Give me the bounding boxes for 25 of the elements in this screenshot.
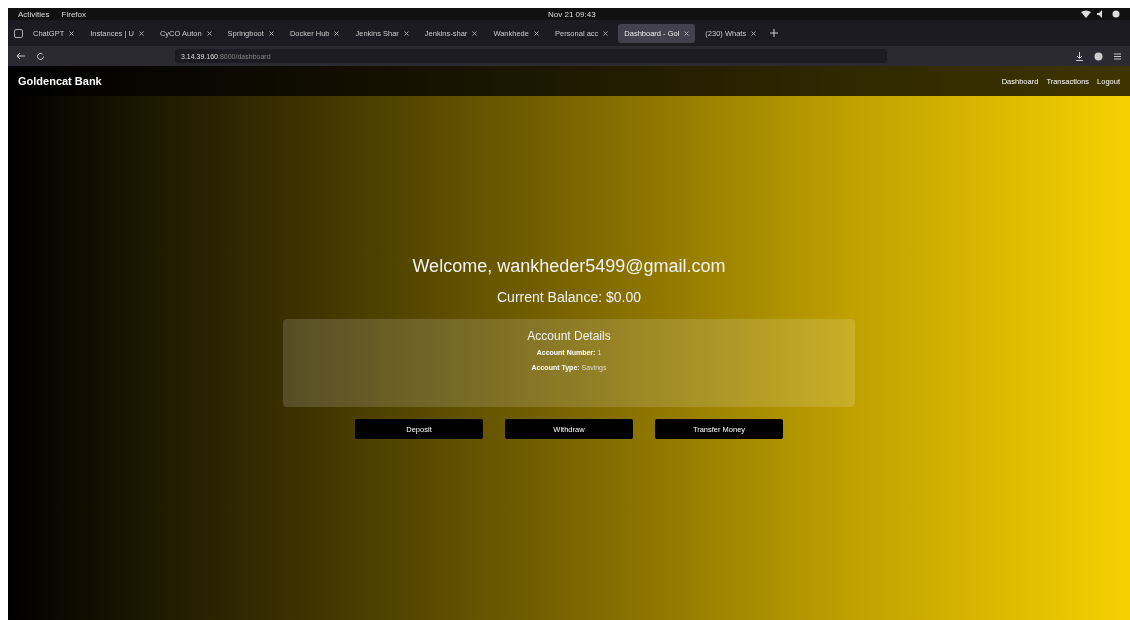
reload-icon[interactable] [36, 51, 45, 61]
close-icon[interactable] [138, 30, 144, 36]
close-icon[interactable] [684, 30, 690, 36]
site-brand[interactable]: Goldencat Bank [18, 75, 102, 87]
welcome-heading: Welcome, wankheder5499@gmail.com [412, 256, 726, 277]
close-icon[interactable] [268, 30, 274, 36]
close-icon[interactable] [206, 30, 212, 36]
menu-icon[interactable] [1113, 51, 1122, 61]
wifi-icon[interactable] [1081, 10, 1091, 18]
clock[interactable]: Nov 21 09:43 [548, 9, 596, 19]
close-icon[interactable] [472, 30, 478, 36]
close-icon[interactable] [69, 30, 75, 36]
close-icon[interactable] [751, 30, 757, 36]
app-menu[interactable]: Firefox [61, 9, 86, 19]
close-icon[interactable] [403, 30, 409, 36]
download-icon[interactable] [1075, 51, 1084, 61]
close-icon[interactable] [603, 30, 609, 36]
close-icon[interactable] [334, 30, 340, 36]
back-icon[interactable] [16, 52, 26, 60]
new-tab-icon[interactable] [770, 29, 779, 37]
activities-button[interactable]: Activities [18, 9, 50, 19]
close-icon[interactable] [533, 30, 539, 36]
balance-text: Current Balance: $0.00 [497, 289, 641, 305]
tab-list-icon[interactable] [14, 28, 23, 38]
card-title: Account Details [527, 329, 611, 343]
